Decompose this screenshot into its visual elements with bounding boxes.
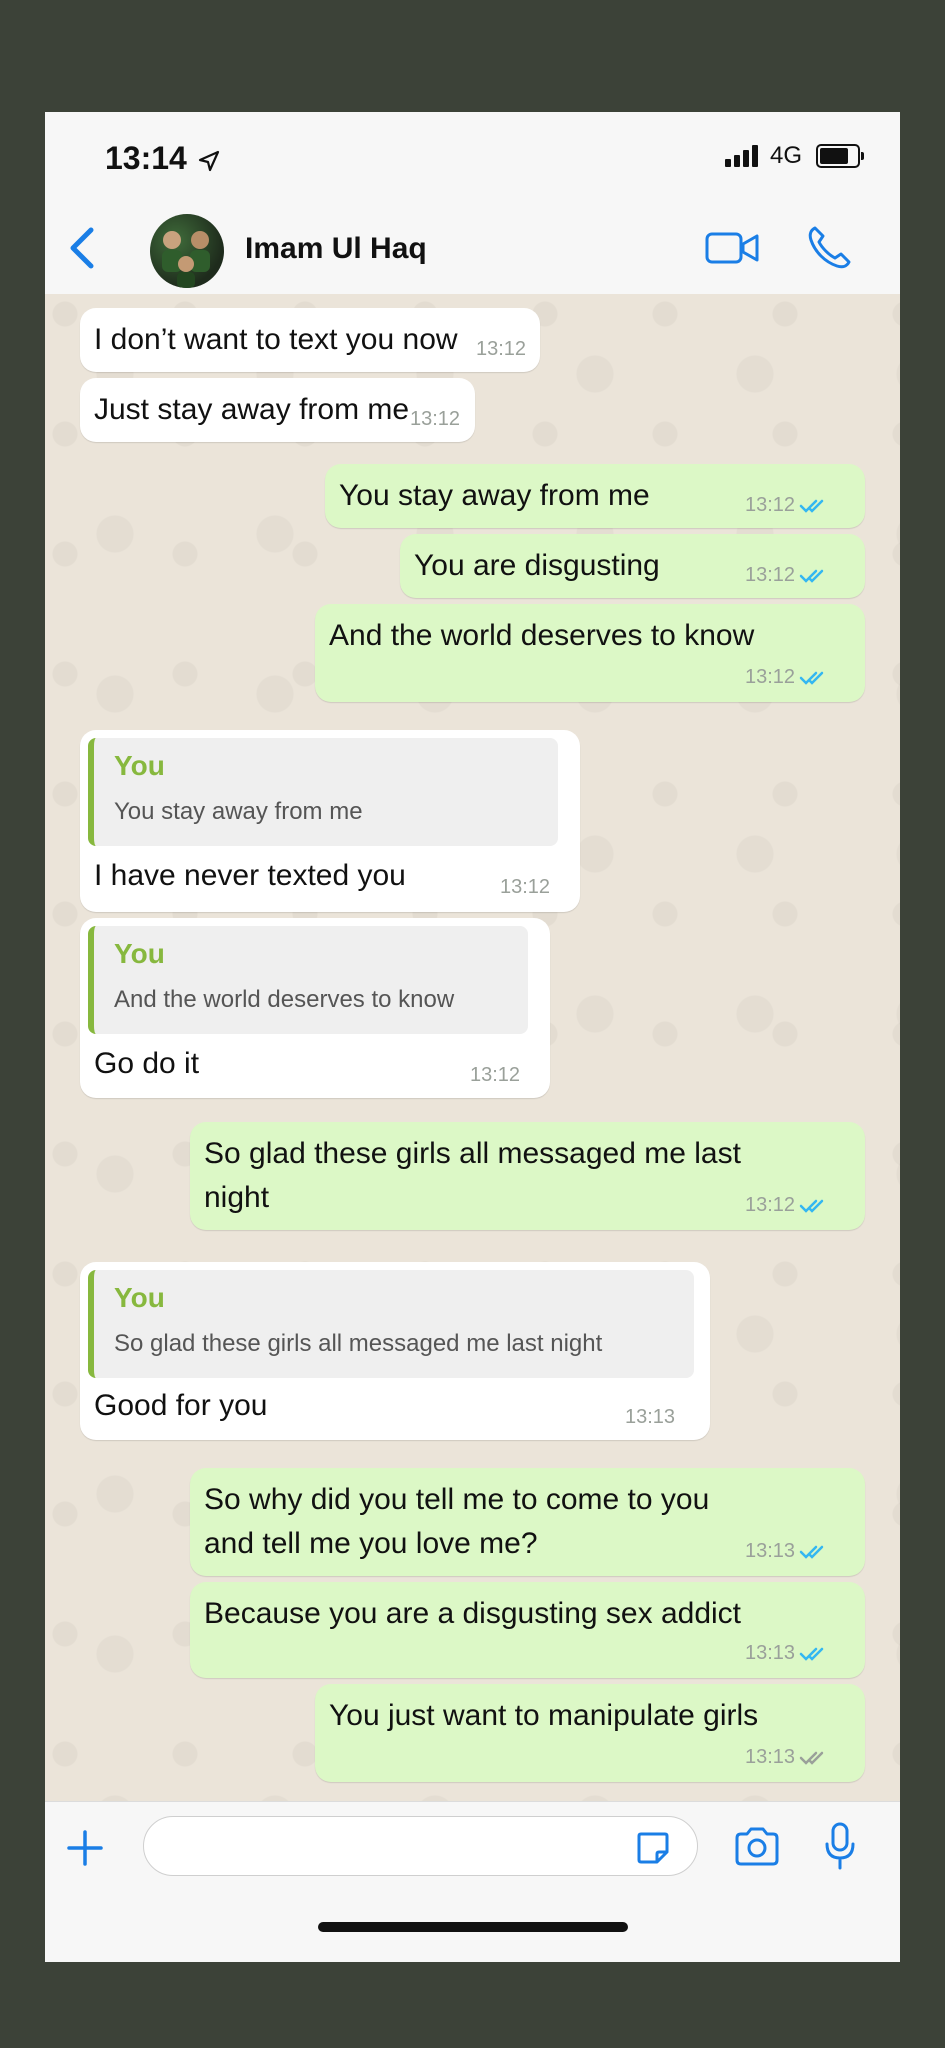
message-text-line: So why did you tell me to come to you <box>204 1483 710 1516</box>
message-text: I have never texted you <box>94 859 406 892</box>
camera-icon[interactable] <box>733 1826 781 1868</box>
quoted-message[interactable]: You And the world deserves to know <box>88 926 528 1034</box>
incoming-reply-message[interactable]: You You stay away from me I have never t… <box>80 730 580 912</box>
message-text: So glad these girls all messaged me last… <box>204 1132 741 1220</box>
status-time: 13:14 <box>105 140 220 177</box>
message-text: You are disgusting <box>414 549 660 582</box>
delivered-receipt-icon <box>799 1751 824 1765</box>
message-time: 13:13 <box>745 1540 831 1563</box>
message-time: 13:12 <box>745 494 831 517</box>
quote-text: And the world deserves to know <box>114 986 455 1013</box>
contact-name[interactable]: Imam Ul Haq <box>245 232 427 266</box>
outgoing-message[interactable]: You stay away from me 13:12 <box>325 464 865 528</box>
message-time-text: 13:13 <box>745 1746 796 1768</box>
plus-icon[interactable] <box>65 1828 105 1868</box>
contact-avatar[interactable] <box>150 214 224 288</box>
read-receipt-icon <box>799 671 824 685</box>
message-time-text: 13:13 <box>745 1540 796 1562</box>
quote-text: So glad these girls all messaged me last… <box>114 1330 603 1357</box>
phone-call-icon[interactable] <box>805 224 853 272</box>
incoming-reply-message[interactable]: You So glad these girls all messaged me … <box>80 1262 710 1440</box>
message-text-line: So glad these girls all messaged me last <box>204 1137 741 1170</box>
message-time-text: 13:12 <box>745 666 796 688</box>
signal-icon <box>724 145 758 167</box>
message-time: 13:12 <box>745 564 831 587</box>
message-time-text: 13:12 <box>745 494 796 516</box>
message-text-line: night <box>204 1181 270 1214</box>
message-text-line: and tell me you love me? <box>204 1527 538 1560</box>
quote-author: You <box>114 938 165 969</box>
sticker-icon[interactable] <box>635 1830 671 1866</box>
microphone-icon[interactable] <box>825 1822 855 1870</box>
quote-author: You <box>114 750 165 781</box>
outgoing-message[interactable]: So why did you tell me to come to you an… <box>190 1468 865 1576</box>
message-text: I don’t want to text you now <box>94 323 458 356</box>
message-time-text: 13:12 <box>745 564 796 586</box>
message-text: You stay away from me <box>339 479 650 512</box>
back-chevron-icon[interactable] <box>63 224 103 272</box>
home-indicator[interactable] <box>318 1922 628 1932</box>
message-text: Because you are a disgusting sex addict <box>204 1597 741 1630</box>
message-text: And the world deserves to know <box>329 619 755 652</box>
status-bar: 13:14 4G <box>45 112 900 202</box>
message-input[interactable] <box>143 1816 698 1876</box>
read-receipt-icon <box>799 499 824 513</box>
message-input-bar <box>45 1801 900 1962</box>
incoming-message[interactable]: I don’t want to text you now 13:12 <box>80 308 540 372</box>
message-text: Good for you <box>94 1389 268 1422</box>
chat-area[interactable]: I don’t want to text you now 13:12 Just … <box>45 294 900 1801</box>
outgoing-message[interactable]: And the world deserves to know 13:12 <box>315 604 865 702</box>
outgoing-message[interactable]: Because you are a disgusting sex addict … <box>190 1582 865 1678</box>
message-text: Just stay away from me <box>94 393 410 426</box>
quote-author: You <box>114 1282 165 1313</box>
message-time-text: 13:12 <box>745 1194 796 1216</box>
quoted-message[interactable]: You So glad these girls all messaged me … <box>88 1270 694 1378</box>
quote-text: You stay away from me <box>114 798 363 825</box>
video-call-icon[interactable] <box>705 230 761 266</box>
status-time-text: 13:14 <box>105 140 187 176</box>
avatar-image <box>162 231 210 288</box>
message-time: 13:13 <box>745 1642 831 1665</box>
outgoing-message[interactable]: You just want to manipulate girls 13:13 <box>315 1684 865 1782</box>
message-time: 13:12 <box>470 1064 521 1086</box>
read-receipt-icon <box>799 569 824 583</box>
location-arrow-icon <box>198 150 219 171</box>
incoming-message[interactable]: Just stay away from me 13:12 <box>80 378 475 442</box>
message-time: 13:13 <box>745 1746 831 1769</box>
status-indicators: 4G <box>724 142 864 170</box>
phone-screen: 13:14 4G Imam Ul Haq I don’t want to tex… <box>45 112 900 1962</box>
message-text: So why did you tell me to come to you an… <box>204 1478 709 1566</box>
read-receipt-icon <box>799 1545 824 1559</box>
incoming-reply-message[interactable]: You And the world deserves to know Go do… <box>80 918 550 1098</box>
message-time: 13:12 <box>500 876 551 898</box>
message-time: 13:12 <box>745 666 831 689</box>
message-text: You just want to manipulate girls <box>329 1699 759 1732</box>
outgoing-message[interactable]: So glad these girls all messaged me last… <box>190 1122 865 1230</box>
outgoing-message[interactable]: You are disgusting 13:12 <box>400 534 865 598</box>
quoted-message[interactable]: You You stay away from me <box>88 738 558 846</box>
message-time: 13:12 <box>410 408 461 430</box>
message-time: 13:12 <box>745 1194 831 1217</box>
read-receipt-icon <box>799 1647 824 1661</box>
message-time-text: 13:13 <box>745 1642 796 1664</box>
message-text: Go do it <box>94 1047 200 1080</box>
read-receipt-icon <box>799 1199 824 1213</box>
chat-header: Imam Ul Haq <box>45 202 900 295</box>
network-type: 4G <box>769 142 802 169</box>
message-time: 13:13 <box>625 1406 676 1428</box>
message-time: 13:12 <box>476 338 527 360</box>
battery-icon <box>816 144 864 168</box>
